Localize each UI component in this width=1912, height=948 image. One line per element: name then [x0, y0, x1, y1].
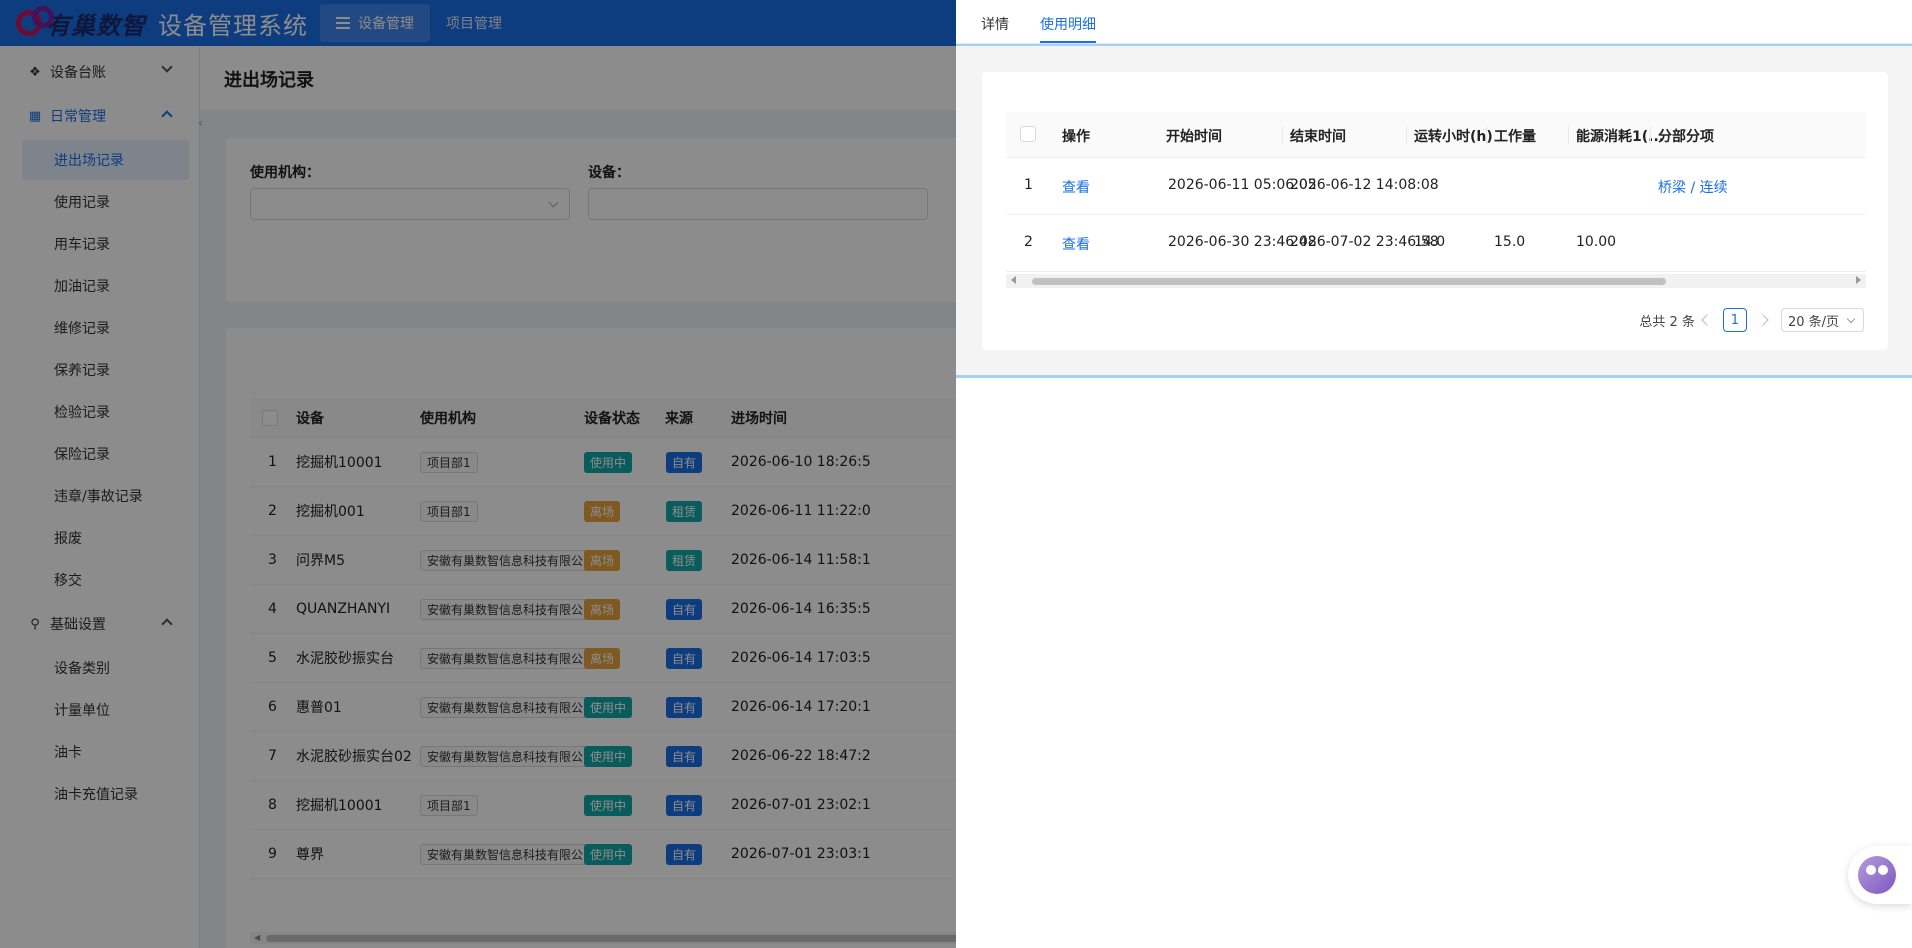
col-workload: 工作量: [1494, 129, 1536, 145]
drawer-tabs: 详情 使用明细: [956, 0, 1912, 44]
end-time: 2026-06-12 14:08:08: [1290, 177, 1439, 193]
section-link[interactable]: 桥梁 / 连续: [1658, 177, 1728, 197]
col-action: 操作: [1062, 129, 1090, 145]
col-run-hours: 运转小时(h): [1414, 129, 1493, 145]
energy: 10.00: [1576, 234, 1617, 250]
pagination: 总共 2 条 1 20 条/页: [1639, 308, 1864, 332]
table-row: 2 查看 2026-06-30 23:46:48 2026-07-02 23:4…: [1006, 215, 1866, 272]
col-start-time: 开始时间: [1166, 129, 1222, 145]
assistant-avatar-icon: [1858, 856, 1896, 894]
workload: 15.0: [1494, 234, 1526, 250]
tab-usage-details[interactable]: 使用明细: [1040, 14, 1096, 34]
page-number[interactable]: 1: [1722, 308, 1747, 332]
next-page-icon[interactable]: [1757, 314, 1769, 326]
row-index: 2: [1024, 234, 1033, 250]
page-size-select[interactable]: 20 条/页: [1780, 308, 1864, 332]
scroll-right-icon[interactable]: [1856, 276, 1861, 284]
drawer-body: 操作 开始时间 结束时间 运转小时(h) 工作量 能源消耗1(... 分部分项 …: [956, 44, 1912, 378]
view-link[interactable]: 查看: [1062, 177, 1090, 197]
table-scrollbar[interactable]: [1006, 274, 1866, 288]
table-header: 操作 开始时间 结束时间 运转小时(h) 工作量 能源消耗1(... 分部分项: [1006, 112, 1866, 158]
scroll-left-icon[interactable]: [1011, 276, 1016, 284]
tab-ink-bar: [1040, 41, 1096, 43]
view-link[interactable]: 查看: [1062, 234, 1090, 254]
usage-detail-card: 操作 开始时间 结束时间 运转小时(h) 工作量 能源消耗1(... 分部分项 …: [982, 72, 1888, 350]
select-all-checkbox[interactable]: [1020, 126, 1036, 142]
run-hours: 14.0: [1414, 234, 1446, 250]
col-end-time: 结束时间: [1290, 129, 1346, 145]
table-row: 1 查看 2026-06-11 05:06:05 2026-06-12 14:0…: [1006, 158, 1866, 215]
row-index: 1: [1024, 177, 1033, 193]
ai-assistant-button[interactable]: [1848, 846, 1912, 904]
detail-drawer: 详情 使用明细 操作 开始时间 结束时间 运转小时(h) 工作量 能源消耗1(.…: [956, 0, 1912, 948]
pagination-total: 总共 2 条: [1639, 314, 1695, 330]
usage-detail-table: 操作 开始时间 结束时间 运转小时(h) 工作量 能源消耗1(... 分部分项 …: [1006, 112, 1866, 288]
scrollbar-thumb[interactable]: [1032, 278, 1666, 285]
prev-page-icon[interactable]: [1701, 314, 1713, 326]
col-section: 分部分项: [1658, 129, 1714, 145]
tab-details[interactable]: 详情: [981, 14, 1009, 34]
